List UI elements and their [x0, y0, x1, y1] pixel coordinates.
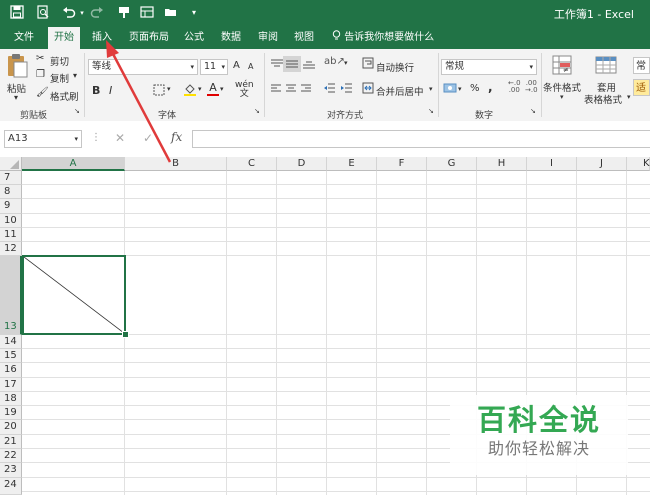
watermark: 百科全说 助你轻松解决 — [450, 395, 628, 475]
watermark-subtitle: 助你轻松解决 — [487, 439, 590, 458]
watermark-title: 百科全说 — [476, 403, 601, 437]
